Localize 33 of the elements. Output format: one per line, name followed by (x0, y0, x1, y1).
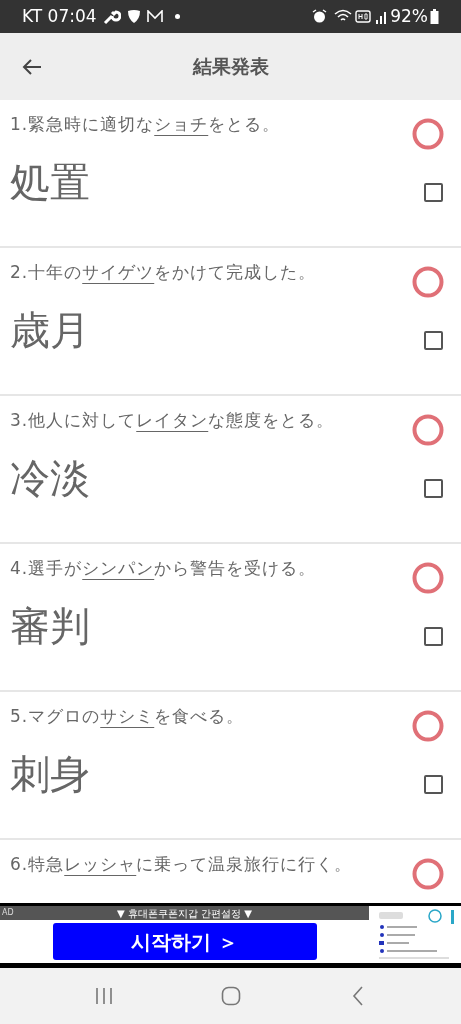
checkbox[interactable] (424, 479, 443, 498)
answer-text: 冷淡 (10, 454, 90, 502)
checkbox[interactable] (424, 331, 443, 350)
alarm-icon (312, 9, 328, 24)
screen-title: 結果発表 (192, 54, 269, 80)
back-nav-icon (351, 986, 364, 1006)
answer-text: 審判 (10, 602, 90, 650)
question-text: 5.マグロのサシミ を食べる。 (10, 705, 245, 728)
question-text: 2.十年のサイゲツ をかけて完成した。 (10, 261, 317, 284)
start-button[interactable]: 시작하기 ＞ (52, 923, 317, 960)
question-text: 6.特急レッシャ に乗って温泉旅行に行く。 (10, 853, 353, 876)
ad-label: AD (2, 907, 14, 919)
battery-percent: 92% (390, 4, 428, 28)
shield-icon (126, 9, 141, 24)
answer-text: 歳月 (10, 306, 90, 354)
answer-text: 刺身 (10, 750, 90, 798)
checkbox[interactable] (424, 775, 443, 794)
question-text: 1.緊急時に適切な ショチ をとる。 (10, 113, 281, 136)
question-text: 4.選手がシンパンから警告を受ける。 (10, 557, 317, 580)
status-time: KT 07:04 (22, 4, 97, 28)
back-arrow-icon (21, 57, 43, 76)
question-text: 3.他人に対して レイタンな態度をとる。 (10, 409, 335, 432)
answer-text: 処置 (10, 158, 90, 206)
recent-apps-icon (94, 987, 113, 1005)
hd-icon (355, 10, 372, 23)
checkbox[interactable] (424, 183, 443, 202)
mail-icon (146, 10, 163, 23)
home-icon (220, 986, 241, 1006)
battery-icon (430, 9, 439, 24)
signal-icon (375, 9, 388, 24)
dot-icon (174, 14, 180, 19)
checkbox[interactable] (424, 627, 443, 646)
ad-banner-text: ▼ 휴대폰쿠폰지갑 간편설정 ▼ (117, 906, 252, 921)
